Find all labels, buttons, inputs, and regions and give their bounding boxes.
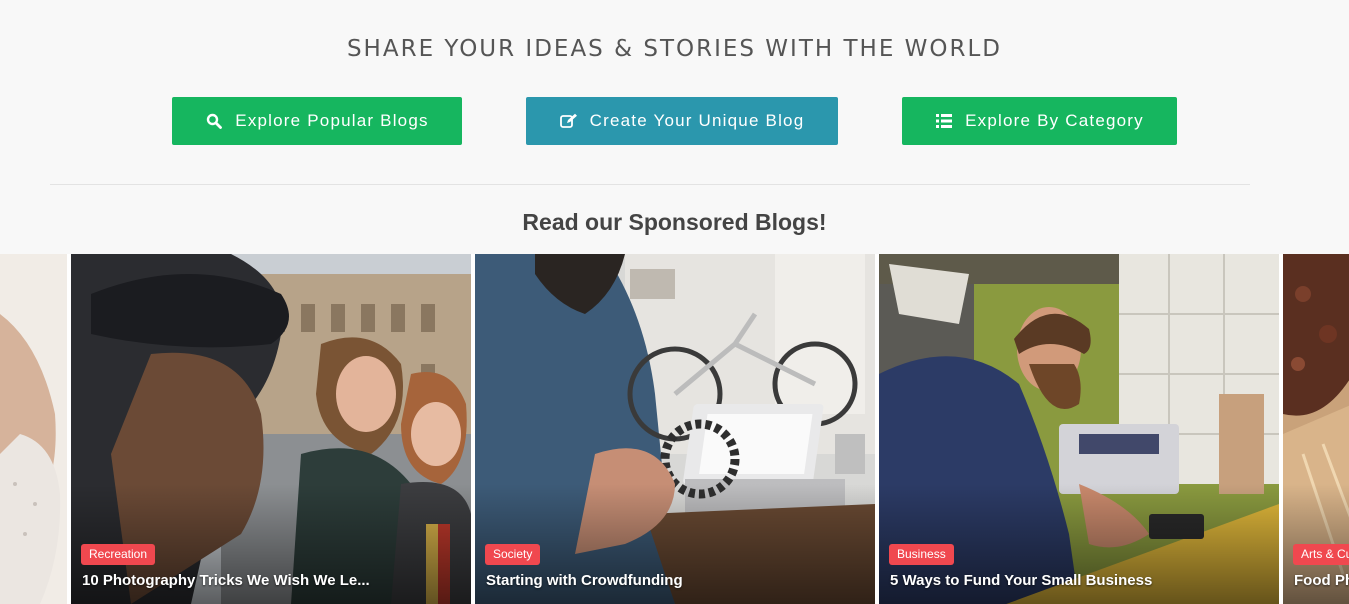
explore-popular-blogs-button[interactable]: Explore Popular Blogs: [172, 97, 462, 145]
edit-icon: [559, 112, 578, 130]
search-icon: [205, 112, 223, 130]
blog-card-image: [0, 254, 67, 604]
category-tag[interactable]: Business: [889, 544, 954, 565]
create-unique-blog-button[interactable]: Create Your Unique Blog: [526, 97, 838, 145]
sponsored-blogs-carousel[interactable]: Recreation 10 Photography Tricks We Wish…: [0, 254, 1349, 604]
category-tag[interactable]: Recreation: [81, 544, 156, 565]
blog-card-society[interactable]: Society Starting with Crowdfunding: [475, 254, 875, 604]
hero-headline: SHARE YOUR IDEAS & STORIES WITH THE WORL…: [346, 36, 1003, 62]
sponsored-blogs-heading: Read our Sponsored Blogs!: [522, 209, 827, 235]
blog-card-business[interactable]: Business 5 Ways to Fund Your Small Busin…: [879, 254, 1279, 604]
explore-popular-blogs-label: Explore Popular Blogs: [235, 111, 429, 130]
category-tag[interactable]: Society: [485, 544, 541, 565]
blog-title[interactable]: 5 Ways to Fund Your Small Business: [890, 572, 1152, 589]
create-unique-blog-label: Create Your Unique Blog: [589, 111, 805, 130]
section-divider: [50, 184, 1250, 185]
blog-title[interactable]: Starting with Crowdfunding: [486, 572, 683, 589]
blog-title[interactable]: 10 Photography Tricks We Wish We Le...: [82, 572, 370, 589]
list-icon: [935, 112, 953, 130]
hero-section: SHARE YOUR IDEAS & STORIES WITH THE WORL…: [0, 0, 1349, 254]
blog-card-arts-culture[interactable]: Arts & Cu Food Ph: [1283, 254, 1349, 604]
category-tag[interactable]: Arts & Cu: [1293, 544, 1349, 565]
blog-title[interactable]: Food Ph: [1294, 572, 1349, 589]
blog-card-partial-left[interactable]: [0, 254, 67, 604]
blog-card-recreation[interactable]: Recreation 10 Photography Tricks We Wish…: [71, 254, 471, 604]
explore-by-category-button[interactable]: Explore By Category: [902, 97, 1177, 145]
explore-by-category-label: Explore By Category: [965, 111, 1144, 130]
